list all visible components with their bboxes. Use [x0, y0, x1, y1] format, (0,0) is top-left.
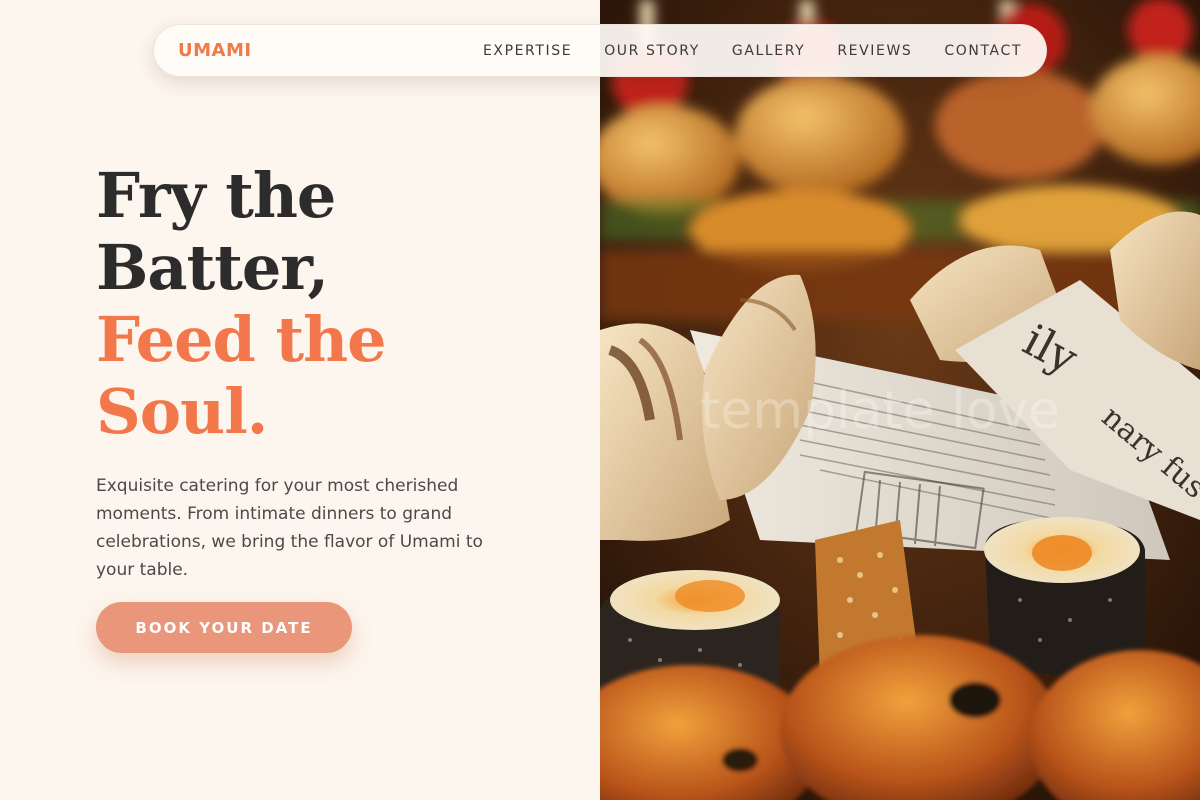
nav-link-reviews[interactable]: REVIEWS [837, 43, 912, 59]
headline-line-1: Fry the [96, 159, 336, 232]
headline-line-2: Batter, [96, 231, 329, 304]
headline-line-3: Feed the [96, 303, 387, 376]
nav-links: EXPERTISE OUR STORY GALLERY REVIEWS CONT… [483, 43, 1022, 59]
navbar: UMAMI EXPERTISE OUR STORY GALLERY REVIEW… [153, 24, 1047, 77]
nav-link-expertise[interactable]: EXPERTISE [483, 43, 572, 59]
image-watermark: template love [700, 381, 1060, 441]
nav-link-gallery[interactable]: GALLERY [732, 43, 805, 59]
hero-food-image: ily nary fus template love [600, 0, 1200, 800]
hero-headline: Fry the Batter, Feed the Soul. [96, 159, 387, 448]
book-your-date-button[interactable]: BOOK YOUR DATE [96, 602, 352, 653]
nav-link-our-story[interactable]: OUR STORY [604, 43, 700, 59]
nav-link-contact[interactable]: CONTACT [944, 43, 1022, 59]
headline-line-4: Soul. [96, 375, 268, 448]
hero-description: Exquisite catering for your most cherish… [96, 476, 483, 580]
brand-logo[interactable]: UMAMI [178, 40, 252, 61]
